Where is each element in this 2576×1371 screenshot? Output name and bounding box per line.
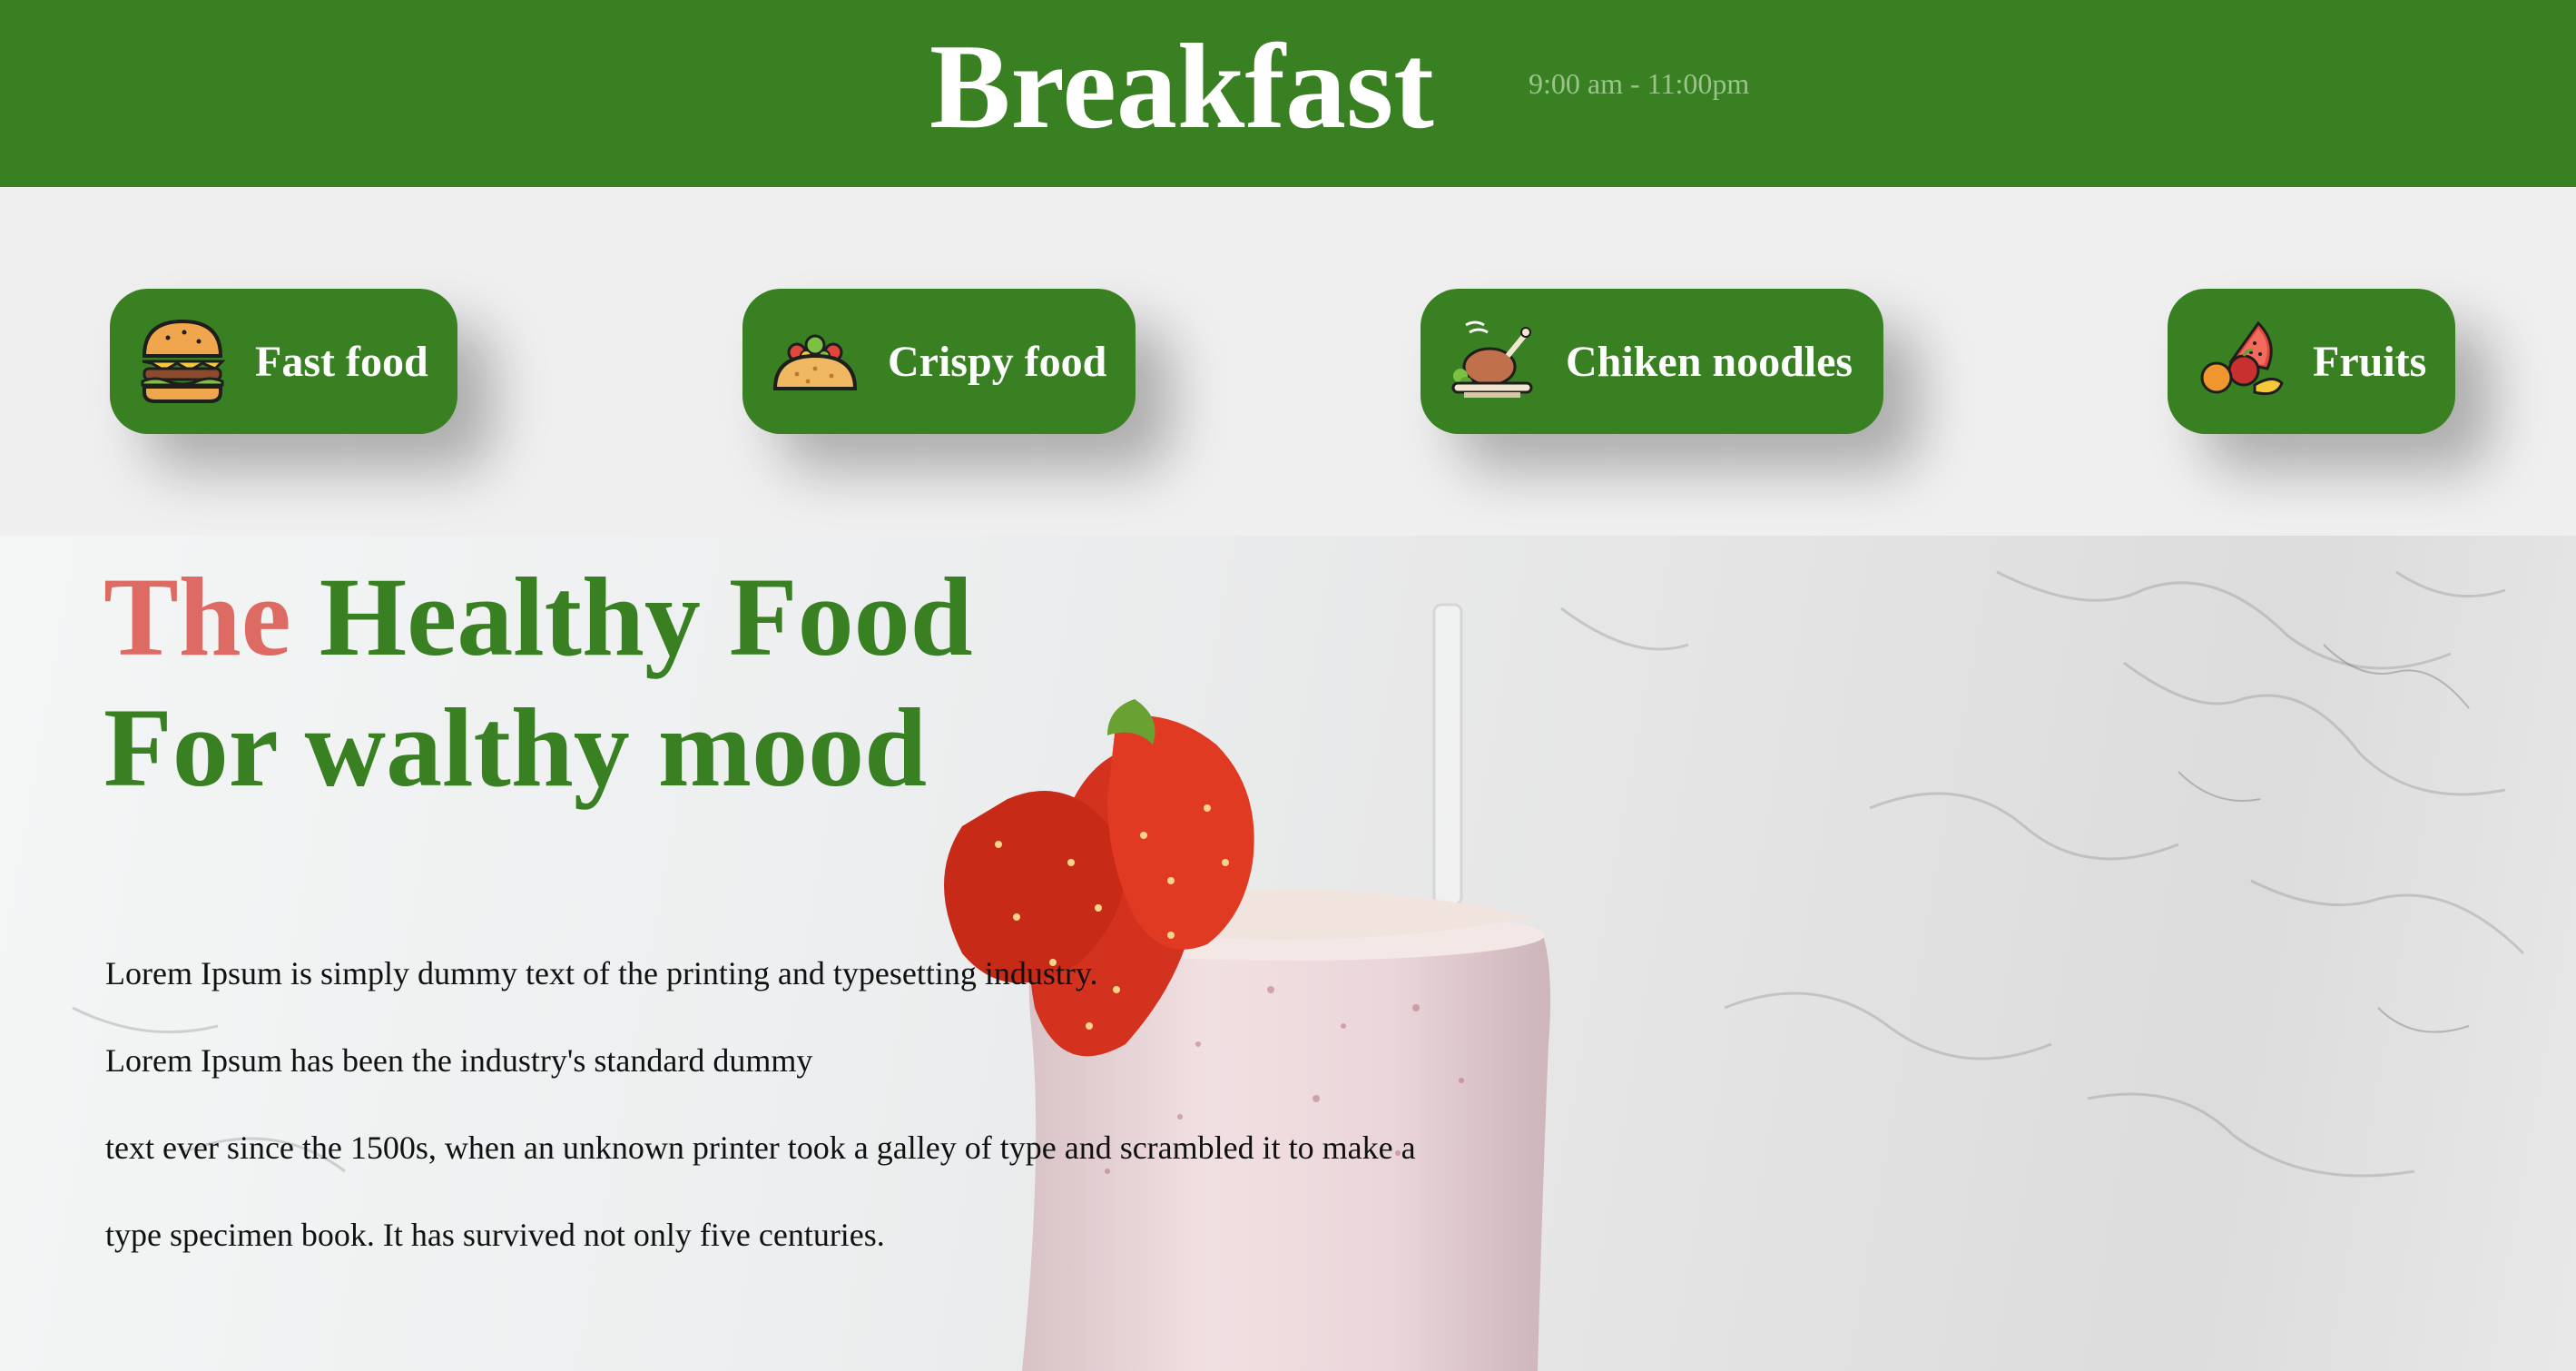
category-button-crispy-food[interactable]: Crispy food <box>742 289 1136 434</box>
header-bar: Breakfast 9:00 am - 11:00pm <box>0 0 2576 187</box>
category-button-fruits[interactable]: Fruits <box>2168 289 2455 434</box>
opening-hours: 9:00 am - 11:00pm <box>1529 67 1750 100</box>
hero-headline-accent: The <box>103 555 291 679</box>
hero-text: The Healthy Food For walthy mood Lorem I… <box>0 536 2576 1371</box>
roast-chicken-icon <box>1451 321 1533 398</box>
hero-section: The Healthy Food For walthy mood Lorem I… <box>0 536 2576 1371</box>
category-button-chiken-noodles[interactable]: Chiken noodles <box>1421 289 1883 434</box>
hero-headline: The Healthy Food <box>103 554 973 681</box>
fruits-icon <box>2200 321 2284 396</box>
category-strip: Fast food Crispy food Chiken noodles Fru… <box>0 187 2576 536</box>
category-label: Crispy food <box>888 337 1107 386</box>
hero-paragraph-line: Lorem Ipsum has been the industry's stan… <box>105 1042 813 1079</box>
category-label: Fruits <box>2313 337 2427 386</box>
hero-paragraph-line: Lorem Ipsum is simply dummy text of the … <box>105 955 1098 991</box>
burger-icon <box>141 319 226 403</box>
hero-subheadline: For walthy mood <box>103 686 928 810</box>
category-label: Chiken noodles <box>1566 337 1853 386</box>
hero-paragraph-line: type specimen book. It has survived not … <box>105 1217 885 1253</box>
hero-paragraph-line: text ever since the 1500s, when an unkno… <box>105 1129 1416 1166</box>
page-title: Breakfast <box>929 19 1434 153</box>
taco-icon <box>772 334 858 390</box>
category-label: Fast food <box>255 337 428 386</box>
hero-headline-rest: Healthy Food <box>290 555 973 679</box>
category-button-fast-food[interactable]: Fast food <box>110 289 457 434</box>
